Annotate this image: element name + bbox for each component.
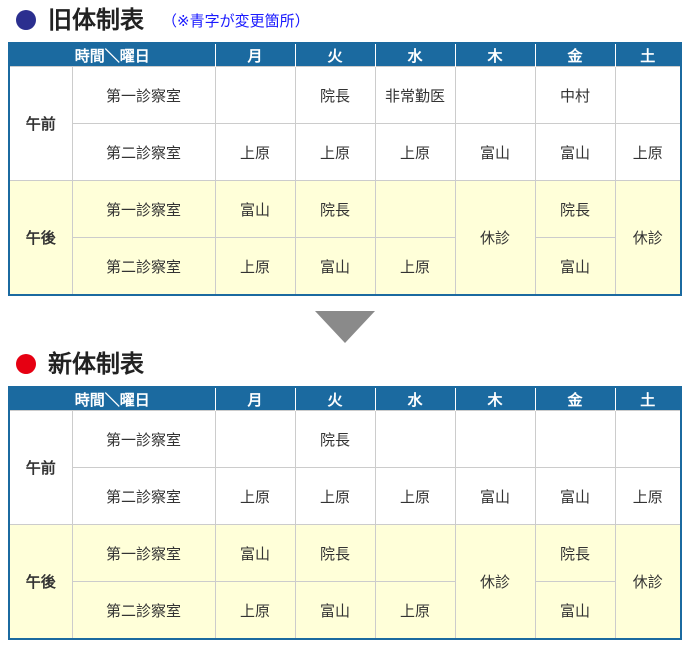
schedule-cell: 富山 (534, 237, 616, 296)
room-cell: 第一診察室 (71, 66, 216, 124)
room-cell: 第一診察室 (71, 410, 216, 468)
schedule-cell: 院長 (294, 66, 376, 124)
old-schedule-heading: 旧体制表 （※青字が変更箇所） (0, 0, 689, 42)
schedule-cell (214, 66, 296, 124)
schedule-cell-changed: 非常勤医 (374, 66, 456, 124)
header-wed: 水 (374, 43, 456, 67)
table-row: 午後 第一診察室 富山 院長 休診 院長 休診 (8, 524, 682, 640)
new-schedule-table: 時間＼曜日 月 火 水 木 金 土 午前 第一診察室 院長 第二診察室 上原 上… (8, 386, 683, 640)
schedule-cell: 上原 (214, 123, 296, 181)
schedule-cell (374, 524, 456, 582)
closed-cell: 休診 (614, 524, 682, 640)
room-cell: 第二診察室 (71, 581, 216, 640)
old-schedule-title: 旧体制表 (48, 6, 144, 34)
schedule-cell: 上原 (614, 123, 682, 181)
down-arrow-icon (315, 311, 375, 343)
schedule-cell-changed: 中村 (534, 66, 616, 124)
table-row: 午前 第一診察室 院長 非常勤医 中村 (8, 66, 682, 181)
time-day-header: 時間＼曜日 (9, 43, 216, 67)
schedule-cell: 院長 (294, 524, 376, 582)
table-row: 第二診察室 上原 富山 上原 富山 (9, 581, 681, 640)
schedule-cell: 上原 (374, 581, 456, 640)
schedule-cell: 上原 (374, 237, 456, 296)
schedule-cell (614, 66, 682, 124)
old-schedule-table: 時間＼曜日 月 火 水 木 金 土 午前 第一診察室 院長 非常勤医 中村 第二… (8, 42, 683, 296)
schedule-cell (454, 66, 536, 124)
room-cell: 第一診察室 (71, 524, 216, 582)
schedule-cell: 富山 (454, 123, 536, 181)
table-row: 第二診察室 上原 富山 上原 富山 (9, 237, 681, 296)
schedule-cell: 上原 (214, 237, 296, 296)
room-cell: 第一診察室 (71, 180, 216, 238)
table-header-row: 時間＼曜日 月 火 水 木 金 土 (9, 387, 682, 411)
header-fri: 金 (534, 43, 616, 67)
schedule-cell: 院長 (294, 180, 376, 238)
table-row: 午後 第一診察室 富山 院長 休診 院長 休診 (8, 180, 682, 296)
schedule-cell: 富山 (454, 467, 536, 525)
schedule-cell: 富山 (534, 123, 616, 181)
header-fri: 金 (534, 387, 616, 411)
schedule-cell: 上原 (374, 467, 456, 525)
schedule-cell: 富山 (294, 581, 376, 640)
header-mon: 月 (214, 43, 296, 67)
schedule-cell (454, 410, 536, 468)
schedule-cell: 富山 (534, 581, 616, 640)
schedule-cell: 富山 (534, 467, 616, 525)
schedule-cell (374, 410, 456, 468)
period-am: 午前 (8, 410, 73, 525)
schedule-cell: 院長 (534, 180, 616, 238)
header-wed: 水 (374, 387, 456, 411)
header-thu: 木 (454, 43, 536, 67)
room-cell: 第二診察室 (71, 237, 216, 296)
navy-bullet-icon (16, 10, 36, 30)
schedule-cell (534, 410, 616, 468)
old-schedule-section: 旧体制表 （※青字が変更箇所） 時間＼曜日 月 火 水 木 金 土 午前 第一診… (0, 0, 689, 296)
schedule-cell: 院長 (294, 410, 376, 468)
schedule-cell: 富山 (214, 180, 296, 238)
period-pm: 午後 (8, 180, 73, 296)
schedule-cell: 上原 (614, 467, 682, 525)
change-note: （※青字が変更箇所） (162, 12, 310, 30)
header-sat: 土 (614, 43, 682, 67)
schedule-cell: 富山 (294, 237, 376, 296)
time-day-header: 時間＼曜日 (9, 387, 216, 411)
room-cell: 第二診察室 (71, 123, 216, 181)
header-mon: 月 (214, 387, 296, 411)
header-thu: 木 (454, 387, 536, 411)
schedule-cell: 院長 (534, 524, 616, 582)
table-header-row: 時間＼曜日 月 火 水 木 金 土 (9, 43, 682, 67)
schedule-cell: 上原 (374, 123, 456, 181)
schedule-cell: 上原 (294, 123, 376, 181)
header-tue: 火 (294, 387, 376, 411)
schedule-cell: 上原 (294, 467, 376, 525)
schedule-cell: 富山 (214, 524, 296, 582)
table-row: 第二診察室 上原 上原 上原 富山 富山 上原 (9, 467, 682, 525)
new-schedule-heading: 新体制表 (0, 344, 689, 386)
period-pm: 午後 (8, 524, 73, 640)
closed-cell: 休診 (454, 180, 536, 296)
schedule-cell (214, 410, 296, 468)
closed-cell: 休診 (454, 524, 536, 640)
table-row: 第二診察室 上原 上原 上原 富山 富山 上原 (9, 123, 682, 181)
schedule-cell (614, 410, 682, 468)
period-am: 午前 (8, 66, 73, 181)
closed-cell: 休診 (614, 180, 682, 296)
schedule-cell: 上原 (214, 467, 296, 525)
header-tue: 火 (294, 43, 376, 67)
schedule-cell (374, 180, 456, 238)
schedule-cell: 上原 (214, 581, 296, 640)
room-cell: 第二診察室 (71, 467, 216, 525)
red-bullet-icon (16, 354, 36, 374)
new-schedule-section: 新体制表 時間＼曜日 月 火 水 木 金 土 午前 第一診察室 院長 第二診察室 (0, 344, 689, 640)
new-schedule-title: 新体制表 (48, 350, 144, 378)
table-row: 午前 第一診察室 院長 (8, 410, 682, 525)
header-sat: 土 (614, 387, 682, 411)
